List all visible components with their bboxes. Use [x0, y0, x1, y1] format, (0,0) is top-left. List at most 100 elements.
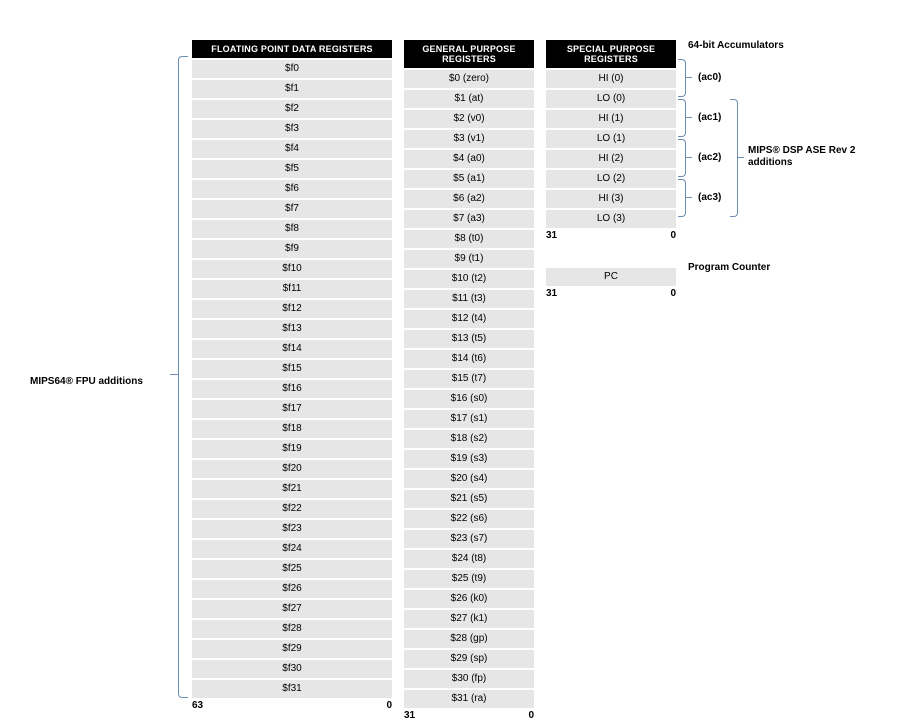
ac0-bracket [678, 59, 692, 97]
gp-header: GENERAL PURPOSE REGISTERS [404, 40, 534, 68]
gp-register-row: $21 (s5) [404, 490, 534, 508]
gp-bit-lo: 0 [528, 710, 534, 721]
pc-register: PC [546, 268, 676, 286]
program-counter-label: Program Counter [688, 262, 770, 273]
fp-register-row: $f17 [192, 400, 392, 418]
gp-register-row: $15 (t7) [404, 370, 534, 388]
gp-register-row: $13 (t5) [404, 330, 534, 348]
fp-register-row: $f27 [192, 600, 392, 618]
ac1-label: (ac1) [698, 112, 721, 123]
gp-register-row: $10 (t2) [404, 270, 534, 288]
gp-register-row: $22 (s6) [404, 510, 534, 528]
sp-register-row: HI (0) [546, 70, 676, 88]
gp-register-row: $27 (k1) [404, 610, 534, 628]
fp-register-row: $f10 [192, 260, 392, 278]
accumulators-title: 64-bit Accumulators [688, 40, 784, 51]
fp-register-row: $f18 [192, 420, 392, 438]
ac3-label: (ac3) [698, 192, 721, 203]
gp-bit-labels: 31 0 [404, 710, 534, 724]
gp-register-row: $30 (fp) [404, 670, 534, 688]
gp-register-row: $16 (s0) [404, 390, 534, 408]
fp-register-row: $f24 [192, 540, 392, 558]
pc-bit-labels: 31 0 [546, 288, 676, 302]
gp-register-row: $20 (s4) [404, 470, 534, 488]
fp-register-row: $f1 [192, 80, 392, 98]
sp-register-column: SPECIAL PURPOSE REGISTERS HI (0)LO (0)HI… [546, 40, 676, 302]
gp-register-row: $25 (t9) [404, 570, 534, 588]
sp-bit-hi: 31 [546, 230, 557, 241]
fp-register-row: $f31 [192, 680, 392, 698]
fp-register-row: $f13 [192, 320, 392, 338]
ac0-label: (ac0) [698, 72, 721, 83]
gp-register-row: $14 (t6) [404, 350, 534, 368]
sp-register-list: HI (0) LO (0) HI (1) LO (1) HI (2) LO (2) HI (… [546, 70, 676, 228]
gp-register-row: $1 (at) [404, 90, 534, 108]
sp-bit-lo: 0 [670, 230, 676, 241]
gp-register-row: $28 (gp) [404, 630, 534, 648]
fp-register-row: $f28 [192, 620, 392, 638]
fp-register-row: $f2 [192, 100, 392, 118]
gp-register-row: $23 (s7) [404, 530, 534, 548]
gp-register-row: $4 (a0) [404, 150, 534, 168]
diagram-stage: MIPS64® FPU additions FLOATING POINT DAT… [0, 0, 900, 728]
pc-bit-hi: 31 [546, 288, 557, 299]
sp-register-row: HI (2) [546, 150, 676, 168]
fp-register-row: $f19 [192, 440, 392, 458]
gp-register-row: $24 (t8) [404, 550, 534, 568]
sp-bit-labels: 31 0 [546, 230, 676, 244]
fp-register-column: FLOATING POINT DATA REGISTERS $f0$f1$f2$… [192, 40, 392, 714]
gp-register-row: $26 (k0) [404, 590, 534, 608]
fp-register-row: $f29 [192, 640, 392, 658]
sp-register-row: LO (2) [546, 170, 676, 188]
gp-register-row: $3 (v1) [404, 130, 534, 148]
fpu-additions-label: MIPS64® FPU additions [30, 376, 143, 387]
sp-register-row: LO (1) [546, 130, 676, 148]
gp-register-row: $7 (a3) [404, 210, 534, 228]
fp-bit-hi: 63 [192, 700, 203, 711]
pc-bit-lo: 0 [670, 288, 676, 299]
gp-register-row: $31 (ra) [404, 690, 534, 708]
gp-register-row: $17 (s1) [404, 410, 534, 428]
fp-register-list: $f0$f1$f2$f3$f4$f5$f6$f7$f8$f9$f10$f11$f… [192, 60, 392, 698]
dsp-bracket [730, 99, 744, 217]
fp-register-row: $f12 [192, 300, 392, 318]
dsp-label: MIPS® DSP ASE Rev 2 additions [748, 145, 868, 169]
fp-register-row: $f6 [192, 180, 392, 198]
fp-register-row: $f0 [192, 60, 392, 78]
gp-register-row: $29 (sp) [404, 650, 534, 668]
fp-register-row: $f21 [192, 480, 392, 498]
sp-register-row: HI (1) [546, 110, 676, 128]
fp-register-row: $f14 [192, 340, 392, 358]
fp-bit-lo: 0 [386, 700, 392, 711]
fp-register-row: $f4 [192, 140, 392, 158]
gp-register-row: $11 (t3) [404, 290, 534, 308]
sp-register-row: HI (3) [546, 190, 676, 208]
fp-register-row: $f30 [192, 660, 392, 678]
sp-register-row: LO (0) [546, 90, 676, 108]
gp-register-column: GENERAL PURPOSE REGISTERS $0 (zero) $1 (a… [404, 40, 534, 724]
gp-register-row: $18 (s2) [404, 430, 534, 448]
fp-register-row: $f3 [192, 120, 392, 138]
fp-register-row: $f8 [192, 220, 392, 238]
gp-register-row: $8 (t0) [404, 230, 534, 248]
fp-register-row: $f25 [192, 560, 392, 578]
gp-register-list: $0 (zero) $1 (at) $2 (v0) $3 (v1) $4 (a0) $5 … [404, 70, 534, 708]
fp-register-row: $f22 [192, 500, 392, 518]
fp-register-row: $f26 [192, 580, 392, 598]
gp-register-row: $2 (v0) [404, 110, 534, 128]
gp-bit-hi: 31 [404, 710, 415, 721]
fp-register-row: $f5 [192, 160, 392, 178]
fp-register-row: $f16 [192, 380, 392, 398]
fp-register-row: $f20 [192, 460, 392, 478]
sp-register-row: LO (3) [546, 210, 676, 228]
sp-header: SPECIAL PURPOSE REGISTERS [546, 40, 676, 68]
fp-register-row: $f23 [192, 520, 392, 538]
gp-register-row: $19 (s3) [404, 450, 534, 468]
gp-register-row: $0 (zero) [404, 70, 534, 88]
ac3-bracket [678, 179, 692, 217]
ac2-label: (ac2) [698, 152, 721, 163]
fp-register-row: $f7 [192, 200, 392, 218]
gp-register-row: $12 (t4) [404, 310, 534, 328]
gp-register-row: $5 (a1) [404, 170, 534, 188]
ac1-bracket [678, 99, 692, 137]
